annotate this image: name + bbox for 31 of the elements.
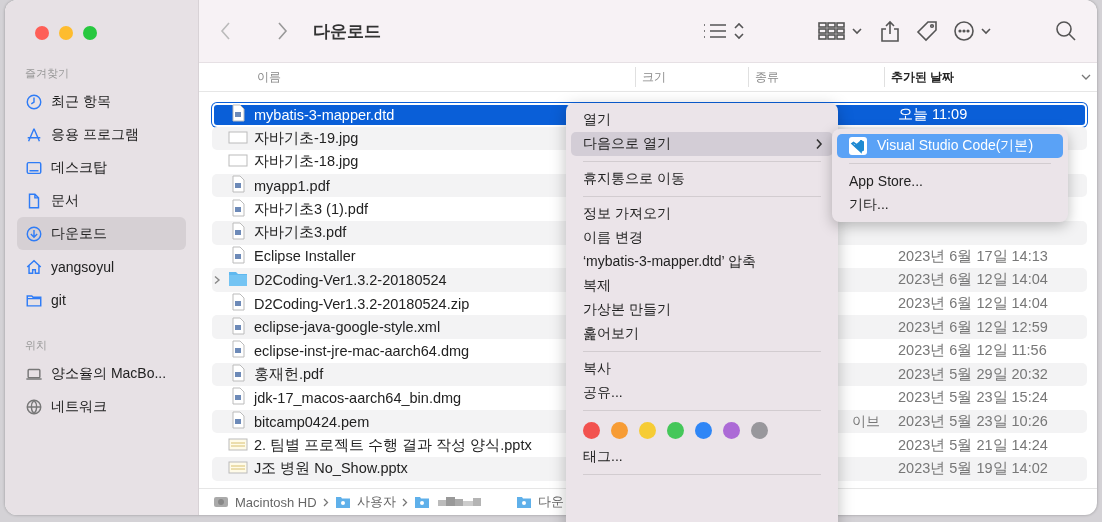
date-text: 2023년 6월 12일 11:56 bbox=[898, 342, 1047, 359]
date-text: 오늘 11:09 bbox=[898, 106, 968, 123]
date-text: 2023년 5월 19일 14:02 bbox=[898, 460, 1048, 477]
file-name: eclipse-inst-jre-mac-aarch64.dmg bbox=[254, 342, 470, 359]
file-name: D2Coding-Ver1.3.2-20180524 bbox=[254, 271, 447, 288]
date-text: 2023년 6월 17일 14:13 bbox=[898, 247, 1048, 264]
date-text: 2023년 6월 12일 14:04 bbox=[898, 271, 1048, 288]
file-name: 2. 팀별 프로젝트 수행 결과 작성 양식.pptx bbox=[254, 435, 532, 455]
date-text: 2023년 5월 21일 14:24 bbox=[898, 436, 1048, 453]
date-text: 2023년 5월 23일 10:26 bbox=[898, 413, 1048, 429]
file-name: 홍재헌.pdf bbox=[254, 364, 324, 384]
file-name: J조 병원 No_Show.pptx bbox=[254, 459, 408, 479]
file-name: bitcamp0424.pem bbox=[254, 413, 370, 430]
file-name: jdk-17_macos-aarch64_bin.dmg bbox=[254, 389, 462, 406]
date-text: 2023년 6월 12일 12:59 bbox=[898, 318, 1048, 335]
sidebar-heading: 즐겨찾기 bbox=[25, 66, 70, 81]
file-name: 자바기초3.pdf bbox=[254, 223, 347, 243]
file-name: eclipse-java-google-style.xml bbox=[254, 319, 441, 336]
window-title: 다운로드 bbox=[313, 20, 381, 43]
file-name: D2Coding-Ver1.3.2-20180524.zip bbox=[254, 295, 470, 312]
file-name: mybatis-3-mapper.dtd bbox=[254, 106, 395, 123]
date-text: 2023년 5월 29일 20:32 bbox=[898, 365, 1048, 382]
file-name: 자바기초3 (1).pdf bbox=[254, 199, 368, 219]
date-text: 2023년 6월 12일 14:04 bbox=[898, 295, 1048, 312]
sidebar-heading: 위치 bbox=[25, 338, 48, 353]
file-name: 자바기초-18.jpg bbox=[254, 152, 359, 172]
file-name: myapp1.pdf bbox=[254, 177, 330, 194]
date-text: 2023년 5월 23일 15:24 bbox=[898, 389, 1048, 406]
file-name: Eclipse Installer bbox=[254, 248, 356, 265]
file-name: 자바기초-19.jpg bbox=[254, 128, 359, 148]
kind-text: 이브 bbox=[851, 412, 880, 429]
